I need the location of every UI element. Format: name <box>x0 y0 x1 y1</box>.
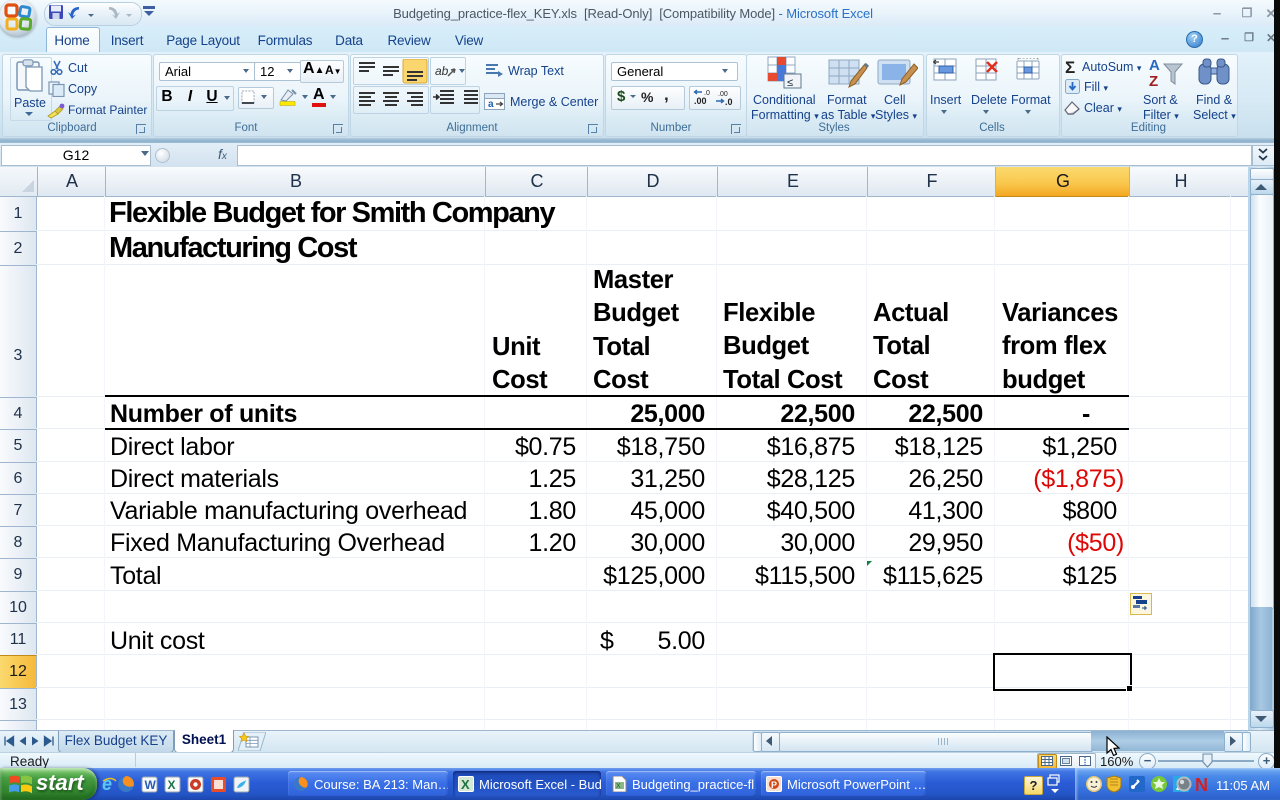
svg-text:a: a <box>488 99 494 110</box>
svg-text:≤: ≤ <box>787 77 793 89</box>
svg-text:X: X <box>168 778 176 792</box>
svg-text:.00: .00 <box>694 96 707 106</box>
svg-text:Z: Z <box>1149 73 1158 90</box>
svg-text:.0: .0 <box>704 90 710 97</box>
svg-text:A: A <box>1149 57 1160 74</box>
svg-text:.0: .0 <box>725 97 733 106</box>
svg-text:X: X <box>616 783 621 790</box>
svg-text:X: X <box>461 777 470 792</box>
svg-text:ab: ab <box>435 64 449 78</box>
svg-text:W: W <box>145 778 157 792</box>
svg-text:P: P <box>771 780 777 790</box>
